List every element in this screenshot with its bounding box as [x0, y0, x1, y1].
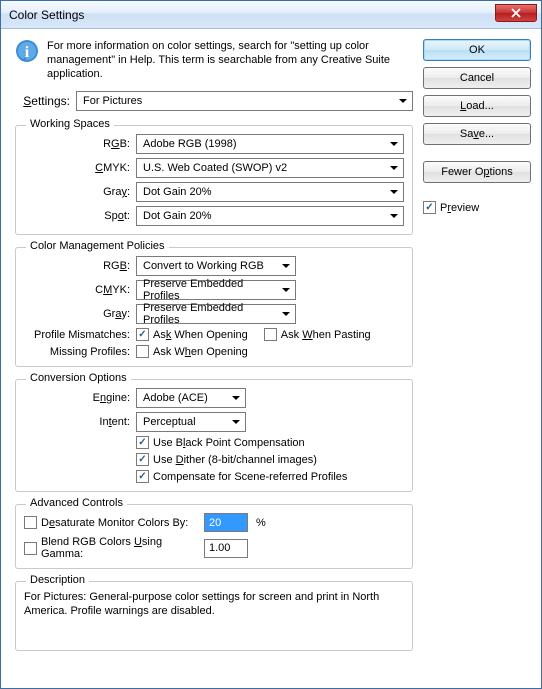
advanced-group: Advanced Controls Desaturate Monitor Col… [15, 504, 413, 569]
description-legend: Description [26, 574, 89, 586]
working-spaces-legend: Working Spaces [26, 118, 114, 130]
settings-value: For Pictures [83, 95, 142, 107]
blend-label: Blend RGB Colors Using Gamma: [41, 536, 204, 560]
engine-dropdown[interactable]: Adobe (ACE) [136, 388, 246, 408]
cancel-button[interactable]: Cancel [423, 67, 531, 89]
close-icon [511, 8, 521, 18]
titlebar-title: Color Settings [9, 8, 84, 22]
conversion-group: Conversion Options Engine: Adobe (ACE) I… [15, 379, 413, 492]
titlebar: Color Settings [1, 1, 541, 29]
settings-label: Settings: [15, 94, 70, 108]
ws-gray-dropdown[interactable]: Dot Gain 20% [136, 182, 404, 202]
load-button[interactable]: Load... [423, 95, 531, 117]
intent-dropdown[interactable]: Perceptual [136, 412, 246, 432]
close-button[interactable] [495, 4, 537, 22]
working-spaces-group: Working Spaces RGB: Adobe RGB (1998) CMY… [15, 125, 413, 235]
missing-ask-opening-checkbox[interactable] [136, 345, 149, 358]
description-text: For Pictures: General-purpose color sett… [24, 590, 404, 618]
ok-button[interactable]: OK [423, 39, 531, 61]
preview-label: Preview [440, 202, 479, 214]
profile-mismatches-label: Profile Mismatches: [24, 329, 136, 341]
info-icon: i [15, 39, 39, 63]
ws-spot-label: Spot: [24, 210, 136, 222]
desat-checkbox[interactable] [24, 516, 37, 529]
ws-rgb-dropdown[interactable]: Adobe RGB (1998) [136, 134, 404, 154]
desat-unit: % [256, 517, 266, 529]
conversion-legend: Conversion Options [26, 372, 131, 384]
preview-row: Preview [423, 201, 531, 214]
pol-gray-dropdown[interactable]: Preserve Embedded Profiles [136, 304, 296, 324]
fewer-options-button[interactable]: Fewer Options [423, 161, 531, 183]
intent-label: Intent: [24, 416, 136, 428]
pol-rgb-label: RGB: [24, 260, 136, 272]
missing-ask-opening-label: Ask When Opening [153, 346, 248, 358]
bpc-label: Use Black Point Compensation [153, 437, 305, 449]
scene-checkbox[interactable] [136, 470, 149, 483]
main-column: i For more information on color settings… [15, 39, 413, 678]
info-row: i For more information on color settings… [15, 39, 413, 81]
side-column: OK Cancel Load... Save... Fewer Options … [423, 39, 531, 678]
desat-input[interactable] [204, 513, 248, 532]
ws-spot-dropdown[interactable]: Dot Gain 20% [136, 206, 404, 226]
policies-group: Color Management Policies RGB: Convert t… [15, 247, 413, 367]
save-button[interactable]: Save... [423, 123, 531, 145]
dither-label: Use Dither (8-bit/channel images) [153, 454, 317, 466]
pol-rgb-dropdown[interactable]: Convert to Working RGB [136, 256, 296, 276]
dialog-body: i For more information on color settings… [1, 29, 541, 688]
dither-checkbox[interactable] [136, 453, 149, 466]
ask-opening-checkbox[interactable] [136, 328, 149, 341]
bpc-checkbox[interactable] [136, 436, 149, 449]
preview-checkbox[interactable] [423, 201, 436, 214]
description-group: Description For Pictures: General-purpos… [15, 581, 413, 651]
ask-pasting-checkbox[interactable] [264, 328, 277, 341]
blend-input[interactable] [204, 539, 248, 558]
desat-label: Desaturate Monitor Colors By: [41, 517, 188, 529]
ws-cmyk-dropdown[interactable]: U.S. Web Coated (SWOP) v2 [136, 158, 404, 178]
ws-gray-label: Gray: [24, 186, 136, 198]
settings-row: Settings: For Pictures [15, 91, 413, 111]
settings-dropdown[interactable]: For Pictures [76, 91, 413, 111]
ws-cmyk-label: CMYK: [24, 162, 136, 174]
blend-checkbox[interactable] [24, 542, 37, 555]
advanced-legend: Advanced Controls [26, 497, 127, 509]
pol-cmyk-label: CMYK: [24, 284, 136, 296]
pol-cmyk-dropdown[interactable]: Preserve Embedded Profiles [136, 280, 296, 300]
ask-pasting-label: Ask When Pasting [281, 329, 371, 341]
scene-label: Compensate for Scene-referred Profiles [153, 471, 347, 483]
ws-rgb-label: RGB: [24, 138, 136, 150]
ask-opening-label: Ask When Opening [153, 329, 248, 341]
color-settings-dialog: Color Settings i For more information on… [0, 0, 542, 689]
pol-gray-label: Gray: [24, 308, 136, 320]
missing-profiles-label: Missing Profiles: [24, 346, 136, 358]
info-text: For more information on color settings, … [47, 39, 413, 81]
engine-label: Engine: [24, 392, 136, 404]
policies-legend: Color Management Policies [26, 240, 169, 252]
